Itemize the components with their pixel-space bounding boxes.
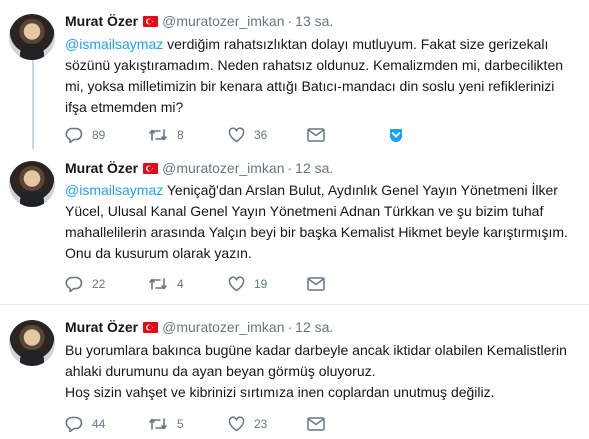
like-button[interactable]: 36 <box>228 126 267 144</box>
tweet[interactable]: Murat Özer @muratozer_imkan · 12 sa. @ismai… <box>0 149 589 305</box>
turkey-flag-icon <box>143 322 159 333</box>
retweet-count: 8 <box>177 128 184 142</box>
tweet-timestamp[interactable]: 12 sa. <box>295 160 333 176</box>
tweet-header: Murat Özer @muratozer_imkan · 13 sa. <box>65 13 333 31</box>
author-name[interactable]: Murat Özer <box>65 13 138 29</box>
reply-count: 22 <box>92 277 106 291</box>
reply-count: 89 <box>92 128 106 142</box>
retweet-button[interactable]: 8 <box>148 126 184 144</box>
avatar[interactable] <box>9 320 55 366</box>
reply-icon <box>65 276 83 292</box>
retweet-icon <box>149 418 167 430</box>
like-button[interactable]: 23 <box>228 415 267 433</box>
tweet-text: @ismailsaymaz Yeniçağ'dan Arslan Bulut, … <box>65 180 580 264</box>
retweet-icon <box>149 129 167 141</box>
avatar[interactable] <box>9 161 55 207</box>
retweet-count: 5 <box>177 417 184 431</box>
like-count: 36 <box>254 128 268 142</box>
reply-button[interactable]: 22 <box>65 275 105 293</box>
mention-link[interactable]: @ismailsaymaz <box>65 36 163 52</box>
author-handle[interactable]: @muratozer_imkan <box>162 319 284 335</box>
thread-line <box>32 60 34 149</box>
separator-dot: · <box>287 160 293 176</box>
retweet-count: 4 <box>177 277 184 291</box>
heart-icon <box>228 416 245 432</box>
envelope-icon <box>307 417 325 431</box>
tweet-text: @ismailsaymaz verdiğim rahatsızlıktan do… <box>65 34 580 118</box>
tweet-header: Murat Özer @muratozer_imkan · 12 sa. <box>65 319 333 337</box>
separator-dot: · <box>287 319 293 335</box>
author-handle[interactable]: @muratozer_imkan <box>162 160 284 176</box>
envelope-icon <box>307 128 325 142</box>
verified-shield-button[interactable] <box>388 126 404 144</box>
direct-message-button[interactable] <box>307 126 325 144</box>
tweet[interactable]: Murat Özer @muratozer_imkan · 13 sa. @ismai… <box>0 0 589 149</box>
turkey-flag-icon <box>143 163 159 174</box>
author-name[interactable]: Murat Özer <box>65 319 138 335</box>
heart-icon <box>228 127 245 143</box>
avatar[interactable] <box>9 14 55 60</box>
mention-link[interactable]: @ismailsaymaz <box>65 182 163 198</box>
tweet-timestamp[interactable]: 12 sa. <box>295 319 333 335</box>
like-count: 19 <box>254 277 268 291</box>
author-handle[interactable]: @muratozer_imkan <box>162 13 284 29</box>
tweet-timestamp[interactable]: 13 sa. <box>295 13 333 29</box>
direct-message-button[interactable] <box>307 275 325 293</box>
like-count: 23 <box>254 417 268 431</box>
heart-icon <box>228 276 245 292</box>
separator-dot: · <box>287 13 293 29</box>
turkey-flag-icon <box>143 16 159 27</box>
reply-button[interactable]: 89 <box>65 126 105 144</box>
tweet[interactable]: Murat Özer @muratozer_imkan · 12 sa. Bu yor… <box>0 305 589 439</box>
envelope-icon <box>307 277 325 291</box>
tweet-text: Bu yorumlara bakınca bugüne kadar darbey… <box>65 342 567 400</box>
author-name[interactable]: Murat Özer <box>65 160 138 176</box>
direct-message-button[interactable] <box>307 415 325 433</box>
reply-button[interactable]: 44 <box>65 415 105 433</box>
reply-count: 44 <box>92 417 106 431</box>
retweet-button[interactable]: 4 <box>148 275 184 293</box>
reply-icon <box>65 127 83 143</box>
tweet-header: Murat Özer @muratozer_imkan · 12 sa. <box>65 160 333 178</box>
retweet-icon <box>149 278 167 290</box>
shield-chevron-icon <box>389 129 403 143</box>
retweet-button[interactable]: 5 <box>148 415 184 433</box>
reply-icon <box>65 416 83 432</box>
like-button[interactable]: 19 <box>228 275 267 293</box>
